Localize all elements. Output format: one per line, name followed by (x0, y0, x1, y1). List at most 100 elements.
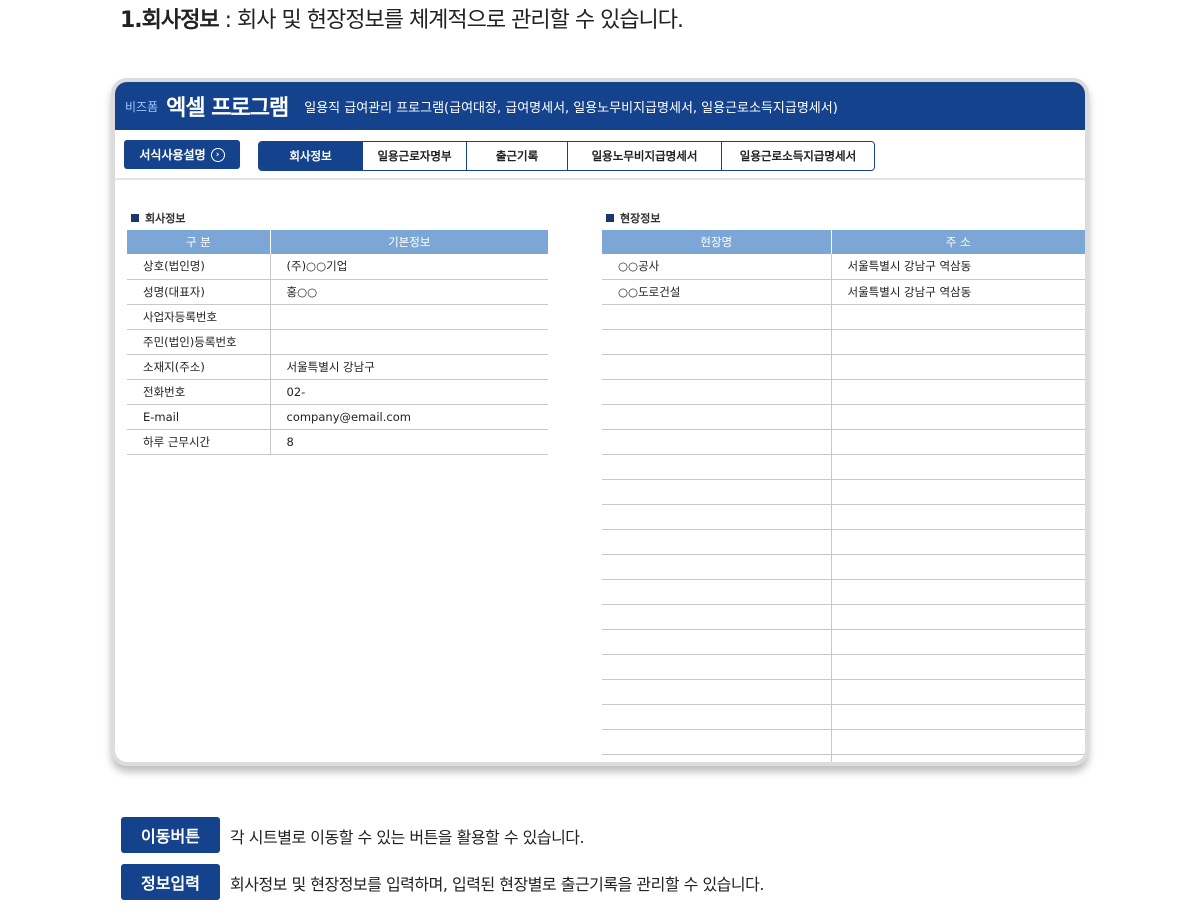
label-cell[interactable] (602, 754, 831, 762)
label-cell[interactable] (602, 329, 831, 355)
tab-worker-list[interactable]: 일용근로자명부 (362, 142, 466, 170)
label-cell[interactable]: ○○공사 (602, 254, 831, 280)
guide-label: 서식사용설명 (139, 148, 206, 162)
value-cell[interactable] (830, 354, 1085, 380)
label-cell[interactable]: 사업자등록번호 (127, 304, 270, 330)
table-row (602, 654, 1085, 680)
label-cell[interactable] (602, 554, 831, 580)
tab-company-info[interactable]: 회사정보 (259, 142, 362, 170)
col-header: 현장명 (602, 230, 831, 254)
label-cell[interactable] (602, 704, 831, 730)
value-cell[interactable] (830, 754, 1085, 762)
label-cell[interactable] (602, 354, 831, 380)
tab-labor-cost-statement[interactable]: 일용노무비지급명세서 (567, 142, 721, 170)
table-row: 주민(법인)등록번호 (127, 329, 548, 355)
value-cell[interactable]: 서울특별시 강남구 역삼동 (830, 254, 1085, 280)
table-row (602, 704, 1085, 730)
col-header: 구 분 (127, 230, 270, 254)
table-row (602, 429, 1085, 455)
value-cell[interactable] (830, 504, 1085, 530)
table-row (602, 479, 1085, 505)
value-cell[interactable]: 02- (269, 379, 548, 405)
label-cell[interactable] (602, 604, 831, 630)
value-cell[interactable] (830, 529, 1085, 555)
table-row: ○○공사 서울특별시 강남구 역삼동 (602, 254, 1085, 280)
value-cell[interactable] (830, 554, 1085, 580)
label-cell[interactable]: 성명(대표자) (127, 279, 270, 305)
toolbar: 서식사용설명 › 회사정보 일용근로자명부 출근기록 일용노무비지급명세서 일용근… (115, 130, 1085, 180)
value-cell[interactable] (830, 429, 1085, 455)
col-header: 기본정보 (269, 230, 548, 254)
table-row (602, 629, 1085, 655)
guide-button[interactable]: 서식사용설명 › (124, 140, 240, 169)
label-cell[interactable] (602, 479, 831, 505)
table-row (602, 754, 1085, 762)
company-table: 구 분 기본정보 상호(법인명) (주)○○기업 성명(대표자) 홍○○ 사업자등록번호 주… (127, 230, 548, 455)
table-row (602, 729, 1085, 755)
label-cell[interactable]: E-mail (127, 404, 270, 430)
note-text-input: 회사정보 및 현장정보를 입력하며, 입력된 현장별로 출근기록을 관리할 수 … (230, 875, 764, 894)
value-cell[interactable] (830, 329, 1085, 355)
label-cell[interactable] (602, 379, 831, 405)
value-cell[interactable] (830, 379, 1085, 405)
value-cell[interactable] (830, 729, 1085, 755)
value-cell[interactable] (830, 304, 1085, 330)
value-cell[interactable]: 서울특별시 강남구 (269, 354, 548, 380)
table-row (602, 579, 1085, 605)
value-cell[interactable] (830, 454, 1085, 480)
col-header: 주 소 (830, 230, 1085, 254)
app-window: 비즈폼 엑셀 프로그램 일용직 급여관리 프로그램(급여대장, 급여명세서, 일… (111, 78, 1089, 766)
value-cell[interactable]: company@email.com (269, 404, 548, 430)
page-heading: 1.회사정보 : 회사 및 현장정보를 체계적으로 관리할 수 있습니다. (120, 2, 684, 34)
value-cell[interactable] (830, 654, 1085, 680)
label-cell[interactable] (602, 729, 831, 755)
label-cell[interactable] (602, 679, 831, 705)
label-cell[interactable] (602, 304, 831, 330)
label-cell[interactable]: 하루 근무시간 (127, 429, 270, 455)
note-badge-nav: 이동버튼 (121, 817, 220, 853)
table-row: 성명(대표자) 홍○○ (127, 279, 548, 305)
app-header: 비즈폼 엑셀 프로그램 일용직 급여관리 프로그램(급여대장, 급여명세서, 일… (115, 82, 1085, 130)
label-cell[interactable] (602, 404, 831, 430)
value-cell[interactable] (830, 679, 1085, 705)
label-cell[interactable] (602, 529, 831, 555)
table-row: E-mail company@email.com (127, 404, 548, 430)
note-text-nav: 각 시트별로 이동할 수 있는 버튼을 활용할 수 있습니다. (230, 828, 585, 847)
site-section-title: 현장정보 (606, 210, 660, 226)
brand-logo: 비즈폼 (125, 99, 159, 114)
label-cell[interactable]: 주민(법인)등록번호 (127, 329, 270, 355)
label-cell[interactable] (602, 454, 831, 480)
label-cell[interactable]: 전화번호 (127, 379, 270, 405)
value-cell[interactable]: 서울특별시 강남구 역삼동 (830, 279, 1085, 305)
label-cell[interactable]: 상호(법인명) (127, 254, 270, 280)
value-cell[interactable]: (주)○○기업 (269, 254, 548, 280)
value-cell[interactable] (830, 579, 1085, 605)
label-cell[interactable] (602, 504, 831, 530)
table-row (602, 679, 1085, 705)
value-cell[interactable] (269, 304, 548, 330)
company-section-title: 회사정보 (131, 210, 185, 226)
table-row (602, 329, 1085, 355)
brand-title: 엑셀 프로그램 (166, 96, 289, 121)
value-cell[interactable] (830, 704, 1085, 730)
table-row (602, 504, 1085, 530)
value-cell[interactable]: 8 (269, 429, 548, 455)
value-cell[interactable] (830, 604, 1085, 630)
value-cell[interactable] (830, 404, 1085, 430)
table-row (602, 604, 1085, 630)
label-cell[interactable] (602, 579, 831, 605)
value-cell[interactable] (830, 479, 1085, 505)
label-cell[interactable] (602, 654, 831, 680)
label-cell[interactable]: 소재지(주소) (127, 354, 270, 380)
tab-attendance[interactable]: 출근기록 (466, 142, 567, 170)
label-cell[interactable] (602, 629, 831, 655)
table-row: 사업자등록번호 (127, 304, 548, 330)
label-cell[interactable]: ○○도로건설 (602, 279, 831, 305)
table-row (602, 379, 1085, 405)
value-cell[interactable]: 홍○○ (269, 279, 548, 305)
value-cell[interactable] (830, 629, 1085, 655)
value-cell[interactable] (269, 329, 548, 355)
tab-income-statement[interactable]: 일용근로소득지급명세서 (721, 142, 874, 170)
table-row (602, 554, 1085, 580)
label-cell[interactable] (602, 429, 831, 455)
